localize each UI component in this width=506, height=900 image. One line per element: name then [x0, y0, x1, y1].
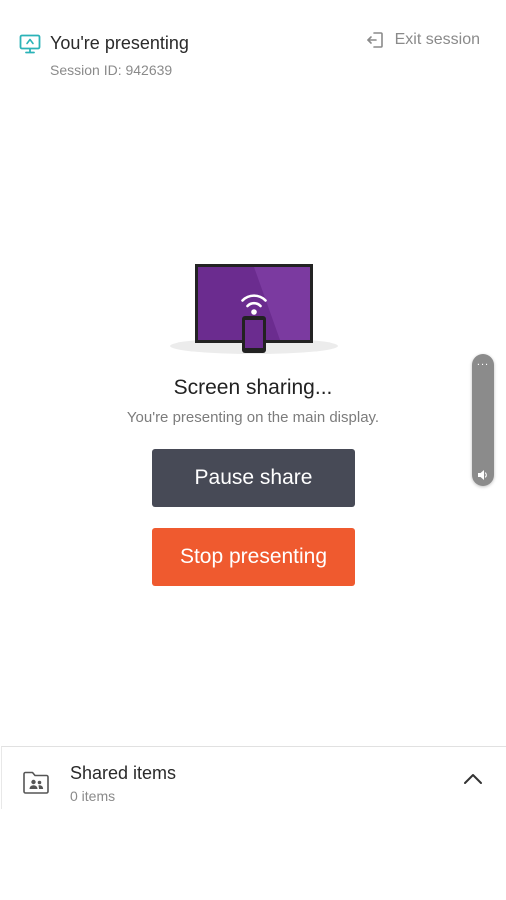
- page-title: You're presenting: [50, 33, 189, 53]
- tv-cast-illustration: [170, 264, 338, 354]
- exit-session-button[interactable]: Exit session: [365, 30, 480, 50]
- shared-items-title: Shared items: [70, 763, 177, 783]
- status-subtitle: You're presenting on the main display.: [126, 409, 380, 426]
- exit-icon: [366, 32, 383, 48]
- header: You're presenting Session ID: 942639 Exi…: [0, 0, 506, 90]
- stop-presenting-button[interactable]: Stop presenting: [152, 528, 355, 586]
- exit-session-label: Exit session: [394, 31, 480, 48]
- present-icon: [19, 34, 41, 54]
- chevron-up-icon[interactable]: [462, 771, 484, 787]
- shared-items-panel[interactable]: Shared items 0 items: [1, 746, 506, 809]
- session-id: Session ID: 942639: [50, 62, 173, 78]
- shared-folder-icon: [23, 771, 49, 794]
- volume-icon[interactable]: [477, 469, 489, 481]
- shared-items-count: 0 items: [70, 788, 116, 804]
- status-title: Screen sharing...: [173, 376, 333, 399]
- floating-side-handle[interactable]: ...: [472, 354, 494, 486]
- pause-share-button[interactable]: Pause share: [152, 449, 355, 507]
- side-handle-menu[interactable]: ...: [472, 357, 494, 368]
